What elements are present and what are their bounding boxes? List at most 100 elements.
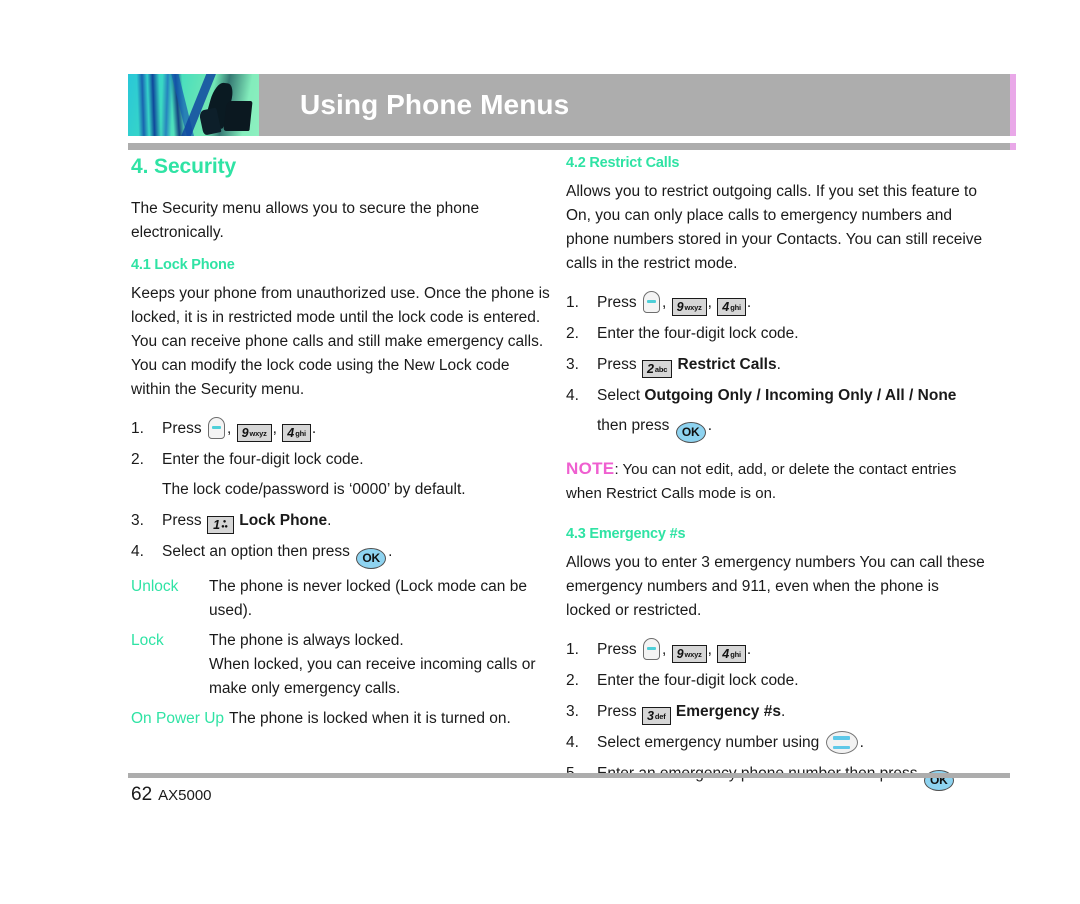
- comma: ,: [707, 641, 712, 658]
- restrict-calls-steps: 1. Press , 9wxyz, 4ghi. 2. Enter the fou…: [566, 288, 986, 443]
- emergency-body: Allows you to enter 3 emergency numbers …: [566, 554, 985, 619]
- subsection-title-emergency: 4.3 Emergency #s: [566, 526, 686, 542]
- nav-bar-top: [832, 736, 850, 740]
- keycap-4-icon: 4ghi: [282, 424, 311, 442]
- step-text: Press: [597, 356, 637, 373]
- note-label: NOTE: [566, 459, 615, 478]
- period: .: [388, 543, 393, 560]
- header-divider-accent: [1010, 143, 1016, 150]
- option-desc-group: The phone is always locked. When locked,…: [209, 629, 551, 701]
- comma: ,: [661, 294, 667, 311]
- page-title: Using Phone Menus: [300, 89, 570, 120]
- ok-key-icon: OK: [356, 548, 387, 569]
- step-number: 2.: [131, 451, 144, 468]
- keycap-4-icon: 4ghi: [717, 645, 746, 663]
- step-text: Press: [597, 294, 637, 311]
- page-header: Using Phone Menus: [128, 74, 1016, 136]
- step-number: 2.: [566, 325, 579, 342]
- option-term: Lock: [131, 632, 164, 649]
- manual-page: Using Phone Menus 4. Security The Securi…: [0, 0, 1080, 904]
- subsection-title-restrict-calls: 4.2 Restrict Calls: [566, 155, 680, 171]
- step-text: Enter the four-digit lock code.: [597, 672, 799, 689]
- step-number: 1.: [566, 641, 579, 658]
- option-desc: The phone is locked when it is turned on…: [229, 710, 511, 727]
- lock-phone-body: Keeps your phone from unauthorized use. …: [131, 285, 550, 398]
- period: .: [776, 356, 781, 373]
- menu-key-icon: [642, 291, 660, 313]
- step-number: 3.: [566, 703, 579, 720]
- keycap-1-icon: 1 ● ●●: [206, 516, 234, 534]
- step-item: 2. Enter the four-digit lock code. The l…: [131, 445, 551, 505]
- right-column: 4.2 Restrict Calls Allows you to restric…: [566, 155, 986, 792]
- option-row: On Power Up The phone is locked when it …: [131, 707, 551, 731]
- step-text: Press: [162, 512, 202, 529]
- menu-name: Lock Phone: [239, 512, 328, 529]
- page-footer: 62 AX5000: [131, 784, 212, 806]
- option-term: On Power Up: [131, 710, 225, 727]
- step-item: 3. Press 2abc Restrict Calls.: [566, 350, 986, 380]
- comma: ,: [226, 420, 232, 437]
- step-text: Press: [597, 703, 637, 720]
- period: .: [327, 512, 332, 529]
- step-subtext: The lock code/password is ‘0000’ by defa…: [162, 481, 466, 498]
- step-item: 2. Enter the four-digit lock code.: [566, 319, 986, 349]
- step-text: Select: [597, 387, 641, 404]
- option-row: Lock The phone is always locked. When lo…: [131, 629, 551, 701]
- menu-name: Emergency #s: [675, 703, 781, 720]
- step-text: Select emergency number using: [597, 734, 820, 751]
- step-item: 4. Select an option then press OK.: [131, 537, 551, 569]
- comma: ,: [707, 294, 712, 311]
- period: .: [746, 641, 752, 658]
- step-number: 4.: [566, 734, 579, 751]
- restrict-calls-body: Allows you to restrict outgoing calls. I…: [566, 183, 983, 272]
- step-item: 3. Press 1 ● ●● Lock Phone.: [131, 506, 551, 536]
- photo-silhouette-2: [223, 101, 253, 132]
- keycap-3-icon: 3def: [641, 707, 671, 725]
- subsection-title-lock-phone: 4.1 Lock Phone: [131, 257, 235, 273]
- step-continuation: then press OK.: [597, 411, 986, 443]
- step-text: Enter the four-digit lock code.: [597, 325, 799, 342]
- emergency-steps: 1. Press , 9wxyz, 4ghi. 2. Enter the fou…: [566, 635, 986, 791]
- ok-key-icon: OK: [675, 422, 706, 443]
- step-text: Select an option then press: [162, 543, 350, 560]
- period: .: [707, 417, 713, 434]
- step-item: 4. Select Outgoing Only / Incoming Only …: [566, 381, 986, 443]
- left-column: 4. Security The Security menu allows you…: [131, 155, 551, 737]
- option-desc-extra: When locked, you can receive incoming ca…: [209, 656, 536, 697]
- step-item: 4. Select emergency number using .: [566, 728, 986, 758]
- option-term: Unlock: [131, 578, 179, 595]
- security-intro: The Security menu allows you to secure t…: [131, 200, 480, 241]
- menu-key-icon: [642, 638, 660, 660]
- note-block: NOTE: You can not edit, add, or delete t…: [566, 457, 986, 506]
- step-number: 4.: [131, 543, 144, 560]
- step-text: Enter the four-digit lock code.: [162, 451, 364, 468]
- period: .: [311, 420, 317, 437]
- comma: ,: [272, 420, 277, 437]
- option-desc: The phone is never locked (Lock mode can…: [209, 578, 527, 619]
- header-divider: [128, 143, 1010, 150]
- navigation-key-icon: [825, 731, 858, 754]
- model-name: AX5000: [158, 787, 212, 804]
- step-number: 3.: [566, 356, 579, 373]
- footer-divider: [128, 773, 1010, 778]
- step-number: 4.: [566, 387, 579, 404]
- step-item: 1. Press , 9wxyz, 4ghi.: [566, 288, 986, 318]
- nav-bar-bottom: [832, 745, 850, 749]
- step-number: 3.: [131, 512, 144, 529]
- header-photo: [128, 74, 259, 136]
- period: .: [859, 734, 864, 751]
- period: .: [780, 703, 786, 720]
- step-item: 1. Press , 9wxyz, 4ghi.: [131, 414, 551, 444]
- header-bar-accent: [1010, 74, 1016, 136]
- step-item: 3. Press 3def Emergency #s.: [566, 697, 986, 727]
- keycap-9-icon: 9wxyz: [236, 424, 272, 442]
- option-list: Outgoing Only / Incoming Only / All / No…: [644, 387, 957, 404]
- menu-name: Restrict Calls: [677, 356, 777, 373]
- period: .: [746, 294, 752, 311]
- menu-key-icon: [207, 417, 225, 439]
- step-number: 1.: [131, 420, 144, 437]
- lock-phone-options: Unlock The phone is never locked (Lock m…: [131, 575, 551, 731]
- option-row: Unlock The phone is never locked (Lock m…: [131, 575, 551, 623]
- step-text: Press: [162, 420, 202, 437]
- note-text: : You can not edit, add, or delete the c…: [566, 461, 957, 502]
